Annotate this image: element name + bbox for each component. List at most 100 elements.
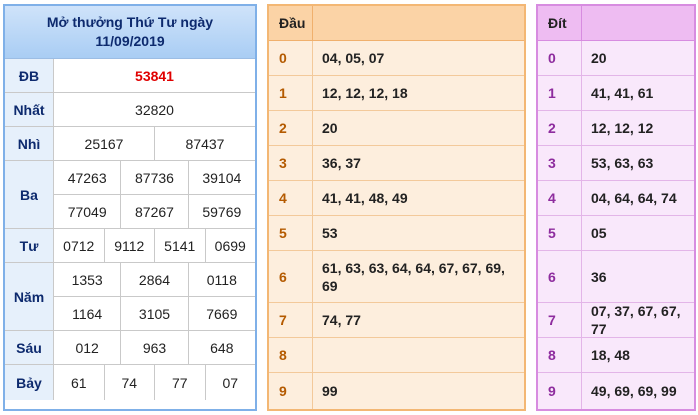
prize-number: 39104	[187, 161, 255, 194]
prize-number: 61	[70, 374, 87, 391]
dit-digit: 6	[538, 251, 582, 302]
dau-values: 04, 05, 07	[322, 50, 385, 66]
lottery-results-table: Mở thưởng Thứ Tư ngày 11/09/2019 ĐB 53841…	[3, 4, 257, 411]
prize-number: 0712	[63, 237, 95, 254]
prize-number: 0118	[187, 263, 255, 296]
dau-row: 1 12, 12, 12, 18	[269, 76, 524, 111]
results-header: Mở thưởng Thứ Tư ngày 11/09/2019	[5, 6, 255, 59]
dau-digit: 1	[269, 76, 313, 110]
prize-label: Tư	[5, 229, 54, 262]
prize-number: 648	[187, 331, 255, 364]
result-row: Tư 0712 9112 5141 0699	[5, 229, 255, 263]
prize-label: Ba	[5, 161, 54, 228]
dau-table: Đầu 0 04, 05, 07 1 12, 12, 12, 18 2 20 3 36, 37…	[267, 4, 526, 411]
result-row: Bảy 61 74 77 07	[5, 365, 255, 400]
dit-values: 20	[591, 50, 607, 66]
result-row: ĐB 53841	[5, 59, 255, 93]
results-body: ĐB 53841 Nhất 32820 Nhì 25167 87437 Ba 47263 8773…	[5, 59, 255, 400]
results-title: Mở thưởng Thứ Tư ngày	[46, 14, 214, 30]
dit-values: 53, 63, 63	[591, 155, 654, 171]
dau-values: 99	[322, 383, 338, 399]
prize-number: 2864	[120, 263, 187, 296]
prize-number: 1353	[71, 271, 103, 288]
dit-row: 3 53, 63, 63	[538, 146, 694, 181]
dau-values: 12, 12, 12, 18	[322, 85, 408, 101]
dit-row: 8 18, 48	[538, 338, 694, 373]
dit-body: 0 20 1 41, 41, 61 2 12, 12, 12 3 53, 63, 63 4 04,…	[538, 41, 694, 409]
prize-number: 74	[103, 365, 155, 400]
dau-row: 4 41, 41, 48, 49	[269, 181, 524, 216]
dit-values: 05	[591, 225, 607, 241]
dau-values: 36, 37	[322, 155, 361, 171]
dit-row: 9 49, 69, 69, 99	[538, 373, 694, 409]
dau-values: 20	[322, 120, 338, 136]
prize-number: 1164	[72, 305, 103, 322]
special-prize-number: 53841	[135, 67, 174, 84]
dit-row: 4 04, 64, 64, 74	[538, 181, 694, 216]
dau-row: 9 99	[269, 373, 524, 409]
dit-values: 49, 69, 69, 99	[591, 383, 677, 399]
dau-digit: 6	[269, 251, 313, 302]
result-row: Sáu 012 963 648	[5, 331, 255, 365]
prize-number: 0699	[204, 229, 256, 262]
dau-values: 53	[322, 225, 338, 241]
dit-row: 5 05	[538, 216, 694, 251]
prize-number: 77	[154, 365, 205, 400]
dau-values: 61, 63, 63, 64, 64, 67, 67, 69, 69	[322, 259, 505, 294]
prize-number: 87437	[154, 127, 255, 160]
prize-number: 25167	[84, 135, 124, 152]
prize-number: 07	[204, 365, 256, 400]
dau-row: 6 61, 63, 63, 64, 64, 67, 67, 69, 69	[269, 251, 524, 303]
prize-number: 3105	[120, 297, 187, 330]
dit-values: 07, 37, 67, 67, 77	[591, 303, 681, 337]
prize-number: 87736	[120, 161, 187, 194]
dau-digit: 4	[269, 181, 313, 215]
prize-number: 7669	[187, 297, 255, 330]
dit-values: 04, 64, 64, 74	[591, 190, 677, 206]
dau-row: 8	[269, 338, 524, 373]
dau-row: 0 04, 05, 07	[269, 41, 524, 76]
dau-digit: 0	[269, 41, 313, 75]
prize-number: 963	[120, 331, 187, 364]
dau-digit: 3	[269, 146, 313, 180]
dau-values: 74, 77	[322, 312, 361, 328]
prize-label: Sáu	[5, 331, 54, 364]
dau-values	[313, 338, 524, 372]
dau-values: 41, 41, 48, 49	[322, 190, 408, 206]
prize-number: 5141	[154, 229, 205, 262]
dau-row: 2 20	[269, 111, 524, 146]
dau-row: 3 36, 37	[269, 146, 524, 181]
prize-number: 59769	[187, 195, 255, 228]
dau-digit: 7	[269, 303, 313, 337]
dit-values: 12, 12, 12	[591, 120, 654, 136]
result-row: Năm 1353 2864 0118 1164 3105 7669	[5, 263, 255, 331]
dit-row: 6 36	[538, 251, 694, 303]
prize-label: Bảy	[5, 365, 54, 400]
dit-digit: 7	[538, 303, 582, 337]
prize-number: 9112	[103, 229, 155, 262]
prize-number: 77049	[67, 203, 107, 220]
result-row: Nhì 25167 87437	[5, 127, 255, 161]
result-row: Nhất 32820	[5, 93, 255, 127]
dit-row: 7 07, 37, 67, 67, 77	[538, 303, 694, 338]
dau-row: 7 74, 77	[269, 303, 524, 338]
dit-values: 41, 41, 61	[591, 85, 654, 101]
dit-digit: 9	[538, 373, 582, 409]
dit-row: 0 20	[538, 41, 694, 76]
prize-number: 47263	[67, 169, 107, 186]
dau-title: Đầu	[269, 6, 313, 40]
prize-label: Nhì	[5, 127, 54, 160]
prize-number: 32820	[135, 101, 174, 118]
dit-digit: 1	[538, 76, 582, 110]
prize-label: Nhất	[5, 93, 54, 126]
dit-table: Đít 0 20 1 41, 41, 61 2 12, 12, 12 3 53, 63, 63…	[536, 4, 696, 411]
prize-number: 87267	[120, 195, 187, 228]
dit-digit: 4	[538, 181, 582, 215]
dit-digit: 0	[538, 41, 582, 75]
dit-title: Đít	[538, 6, 582, 40]
dit-row: 1 41, 41, 61	[538, 76, 694, 111]
dit-values: 18, 48	[591, 347, 630, 363]
dit-digit: 2	[538, 111, 582, 145]
prize-label: Năm	[5, 263, 54, 330]
result-row: Ba 47263 87736 39104 77049 87267 59769	[5, 161, 255, 229]
